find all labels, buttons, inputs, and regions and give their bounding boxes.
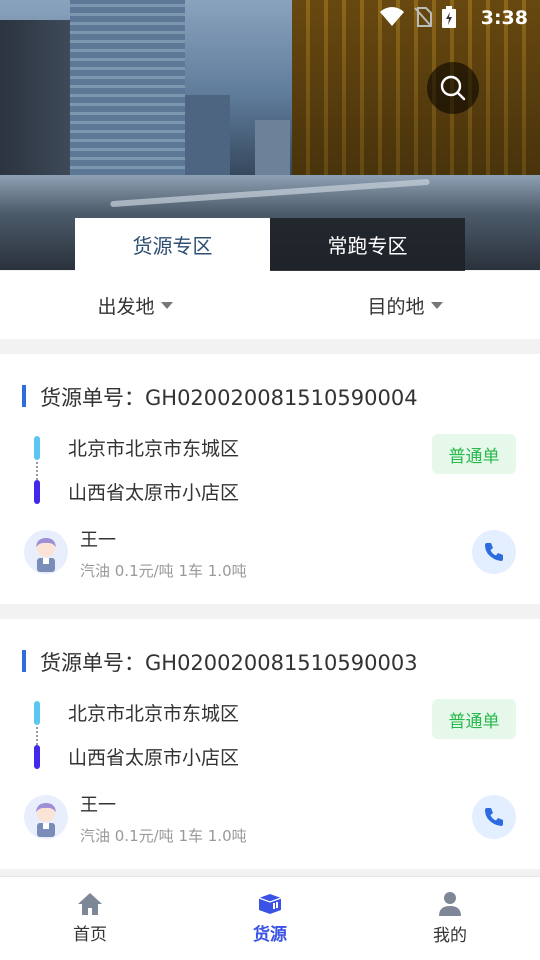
departure-filter[interactable]: 出发地 bbox=[0, 271, 270, 339]
origin-marker bbox=[34, 436, 40, 460]
avatar-icon bbox=[36, 803, 56, 837]
caret-down-icon bbox=[160, 301, 173, 309]
search-icon bbox=[440, 75, 466, 101]
tab-cargo-zone[interactable]: 货源专区 bbox=[75, 218, 270, 271]
route-connector bbox=[36, 727, 38, 745]
cargo-details: 汽油 0.1元/吨 1车 1.0吨 bbox=[80, 562, 247, 580]
phone-icon bbox=[485, 808, 503, 826]
status-time: 3:38 bbox=[480, 7, 528, 29]
cargo-icon bbox=[258, 894, 282, 914]
order-type-badge: 普通单 bbox=[432, 699, 516, 739]
nav-profile-label: 我的 bbox=[433, 926, 467, 946]
nav-home[interactable]: 首页 bbox=[0, 877, 180, 960]
building-image bbox=[185, 95, 230, 175]
destination-filter[interactable]: 目的地 bbox=[270, 271, 540, 339]
origin-address: 北京市北京市东城区 bbox=[68, 703, 240, 725]
no-sim-icon bbox=[414, 7, 432, 27]
cargo-card[interactable]: 货源单号：GH020020081510590004 北京市北京市东城区 山西省太… bbox=[0, 354, 540, 604]
tab-bar: 货源专区 常跑专区 bbox=[75, 218, 465, 271]
status-bar: 3:38 bbox=[0, 0, 540, 36]
avatar-icon bbox=[36, 538, 56, 572]
destination-address: 山西省太原市小店区 bbox=[68, 482, 240, 504]
nav-cargo[interactable]: 货源 bbox=[180, 877, 360, 960]
avatar bbox=[24, 795, 68, 839]
bottom-navigation: 首页 货源 我的 bbox=[0, 876, 540, 960]
shipper-name: 王一 bbox=[80, 530, 116, 551]
destination-marker bbox=[34, 745, 40, 769]
nav-home-label: 首页 bbox=[73, 925, 107, 945]
cargo-card[interactable]: 货源单号：GH020020081510590003 北京市北京市东城区 山西省太… bbox=[0, 619, 540, 869]
nav-profile[interactable]: 我的 bbox=[360, 877, 540, 960]
origin-address: 北京市北京市东城区 bbox=[68, 438, 240, 460]
search-button[interactable] bbox=[427, 62, 479, 114]
order-type-badge: 普通单 bbox=[432, 434, 516, 474]
wifi-icon bbox=[380, 7, 404, 27]
departure-filter-label: 出发地 bbox=[97, 295, 155, 318]
user-icon bbox=[439, 892, 461, 916]
destination-marker bbox=[34, 480, 40, 504]
call-button[interactable] bbox=[472, 795, 516, 839]
battery-charging-icon bbox=[442, 6, 456, 28]
order-number: 货源单号：GH020020081510590004 bbox=[22, 382, 418, 412]
destination-filter-label: 目的地 bbox=[367, 295, 425, 318]
avatar bbox=[24, 530, 68, 574]
tab-regular-route-zone[interactable]: 常跑专区 bbox=[270, 218, 465, 271]
phone-icon bbox=[485, 543, 503, 561]
destination-address: 山西省太原市小店区 bbox=[68, 747, 240, 769]
shipper-name: 王一 bbox=[80, 795, 116, 816]
filter-bar: 出发地 目的地 bbox=[0, 271, 540, 339]
building-image bbox=[255, 120, 290, 180]
home-icon bbox=[78, 893, 102, 915]
origin-marker bbox=[34, 701, 40, 725]
nav-cargo-label: 货源 bbox=[253, 925, 287, 945]
caret-down-icon bbox=[430, 301, 443, 309]
cargo-details: 汽油 0.1元/吨 1车 1.0吨 bbox=[80, 827, 247, 845]
call-button[interactable] bbox=[472, 530, 516, 574]
route-connector bbox=[36, 462, 38, 480]
order-number: 货源单号：GH020020081510590003 bbox=[22, 647, 418, 677]
